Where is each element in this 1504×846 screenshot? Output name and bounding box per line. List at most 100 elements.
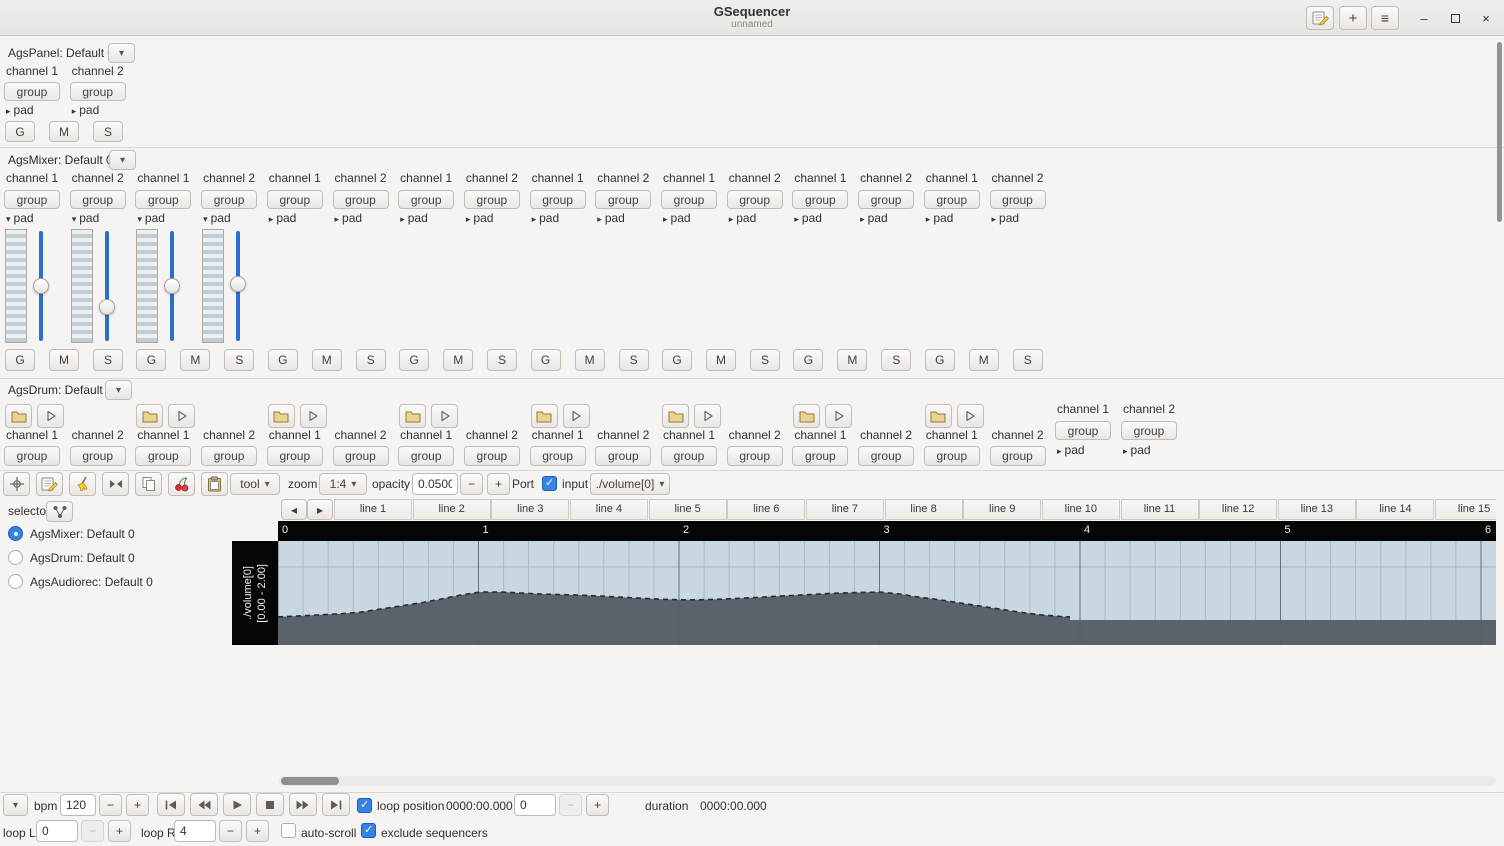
s-button[interactable]: S [355, 349, 386, 371]
g-button[interactable]: G [5, 349, 35, 371]
line-tab[interactable]: line 7 [805, 499, 884, 520]
m-button[interactable]: M [49, 349, 79, 371]
volume-slider[interactable] [230, 231, 247, 341]
machine-radio-option[interactable]: AgsAudiorec: Default 0 [6, 572, 226, 592]
group-button[interactable]: group [661, 446, 717, 466]
loop-l-plus-button[interactable]: + [108, 820, 131, 842]
play-button[interactable] [694, 404, 721, 428]
m-button[interactable]: M [49, 121, 79, 142]
pad-expander[interactable]: ▸ pad [400, 211, 428, 225]
g-button[interactable]: G [267, 349, 298, 371]
play-button[interactable] [825, 404, 853, 428]
stop-button[interactable] [256, 793, 284, 816]
drum-machine-menu[interactable]: ▾ [105, 380, 132, 400]
m-button[interactable]: M [574, 349, 605, 371]
group-button[interactable]: group [463, 446, 520, 466]
group-button[interactable]: group [4, 190, 60, 209]
open-button[interactable] [399, 404, 427, 428]
play-button[interactable] [168, 404, 196, 428]
group-button[interactable]: group [398, 446, 455, 466]
group-button[interactable]: group [726, 190, 783, 209]
group-button[interactable]: group [266, 190, 323, 209]
slider-handle[interactable] [98, 299, 115, 315]
group-button[interactable]: group [69, 190, 126, 209]
radio-icon[interactable] [8, 574, 23, 589]
pad-expander[interactable]: ▸ pad [992, 211, 1020, 225]
s-button[interactable]: S [1012, 349, 1043, 371]
group-button[interactable]: group [661, 190, 717, 209]
pad-expander[interactable]: ▾ pad [72, 211, 100, 225]
auto-scroll-checkbox[interactable] [281, 823, 296, 838]
clear-tool-button[interactable] [69, 472, 96, 496]
s-button[interactable]: S [750, 349, 780, 371]
open-button[interactable] [793, 404, 821, 428]
line-tab[interactable]: line 5 [648, 499, 727, 520]
opacity-minus-button[interactable]: − [460, 473, 483, 495]
open-button[interactable] [924, 404, 952, 428]
s-button[interactable]: S [93, 121, 123, 142]
pad-expander[interactable]: ▸ pad [466, 211, 494, 225]
g-button[interactable]: G [793, 349, 824, 371]
volume-slider[interactable] [98, 231, 115, 341]
pad-expander[interactable]: ▾ pad [137, 211, 165, 225]
group-button[interactable]: group [989, 190, 1046, 209]
open-button[interactable] [530, 404, 558, 428]
volume-slider[interactable] [164, 231, 181, 341]
m-button[interactable]: M [311, 349, 342, 371]
group-button[interactable]: group [792, 446, 849, 466]
s-button[interactable]: S [618, 349, 649, 371]
tool-dropdown[interactable]: tool ▾ [230, 473, 280, 495]
g-button[interactable]: G [924, 349, 955, 371]
bpm-input[interactable] [60, 794, 96, 816]
mixer-machine-menu[interactable]: ▾ [109, 150, 136, 170]
group-button[interactable]: group [69, 82, 126, 101]
line-tab[interactable]: line 15 [1435, 499, 1496, 520]
copy-button[interactable] [135, 472, 162, 496]
rewind-button[interactable] [190, 793, 218, 816]
loop-l-input[interactable] [36, 820, 78, 842]
pad-expander[interactable]: ▸ pad [1057, 443, 1085, 457]
pad-expander[interactable]: ▸ pad [269, 211, 297, 225]
lines-scroll-left-button[interactable]: ◂ [281, 499, 307, 520]
pad-expander[interactable]: ▸ pad [335, 211, 363, 225]
play-button[interactable] [37, 404, 64, 428]
group-button[interactable]: group [135, 446, 192, 466]
line-tab[interactable]: line 10 [1041, 499, 1120, 520]
opacity-plus-button[interactable]: + [487, 473, 510, 495]
pad-expander[interactable]: ▸ pad [860, 211, 888, 225]
goto-start-button[interactable] [157, 793, 185, 816]
play-button[interactable] [431, 404, 459, 428]
volume-slider[interactable] [33, 231, 49, 341]
pad-expander[interactable]: ▸ pad [794, 211, 822, 225]
group-button[interactable]: group [858, 190, 915, 209]
horizontal-scrollbar-thumb[interactable] [281, 777, 339, 785]
radio-icon[interactable] [8, 550, 23, 565]
port-input-checkbox[interactable] [542, 476, 557, 491]
line-tab[interactable]: line 9 [963, 499, 1042, 520]
line-tab[interactable]: line 8 [884, 499, 963, 520]
group-button[interactable]: group [989, 446, 1046, 466]
group-button[interactable]: group [858, 446, 915, 466]
select-tool-button[interactable] [102, 472, 129, 496]
slider-handle[interactable] [230, 276, 247, 292]
play-button[interactable] [956, 404, 984, 428]
minimize-button[interactable]: – [1411, 6, 1437, 30]
group-button[interactable]: group [595, 190, 652, 209]
automation-canvas[interactable] [277, 541, 1496, 645]
open-button[interactable] [136, 404, 164, 428]
forward-button[interactable] [289, 793, 317, 816]
edit-notation-button[interactable] [1306, 6, 1334, 30]
group-button[interactable]: group [135, 190, 192, 209]
slider-handle[interactable] [164, 278, 181, 294]
group-button[interactable]: group [595, 446, 652, 466]
m-button[interactable]: M [837, 349, 868, 371]
group-button[interactable]: group [1055, 421, 1111, 440]
pad-expander[interactable]: ▸ pad [6, 103, 34, 117]
s-button[interactable]: S [881, 349, 912, 371]
panel-machine-menu[interactable]: ▾ [108, 43, 135, 63]
position-tool-button[interactable] [3, 472, 30, 496]
g-button[interactable]: G [5, 121, 35, 142]
pad-expander[interactable]: ▾ pad [203, 211, 231, 225]
opacity-input[interactable] [412, 473, 458, 495]
m-button[interactable]: M [180, 349, 211, 371]
